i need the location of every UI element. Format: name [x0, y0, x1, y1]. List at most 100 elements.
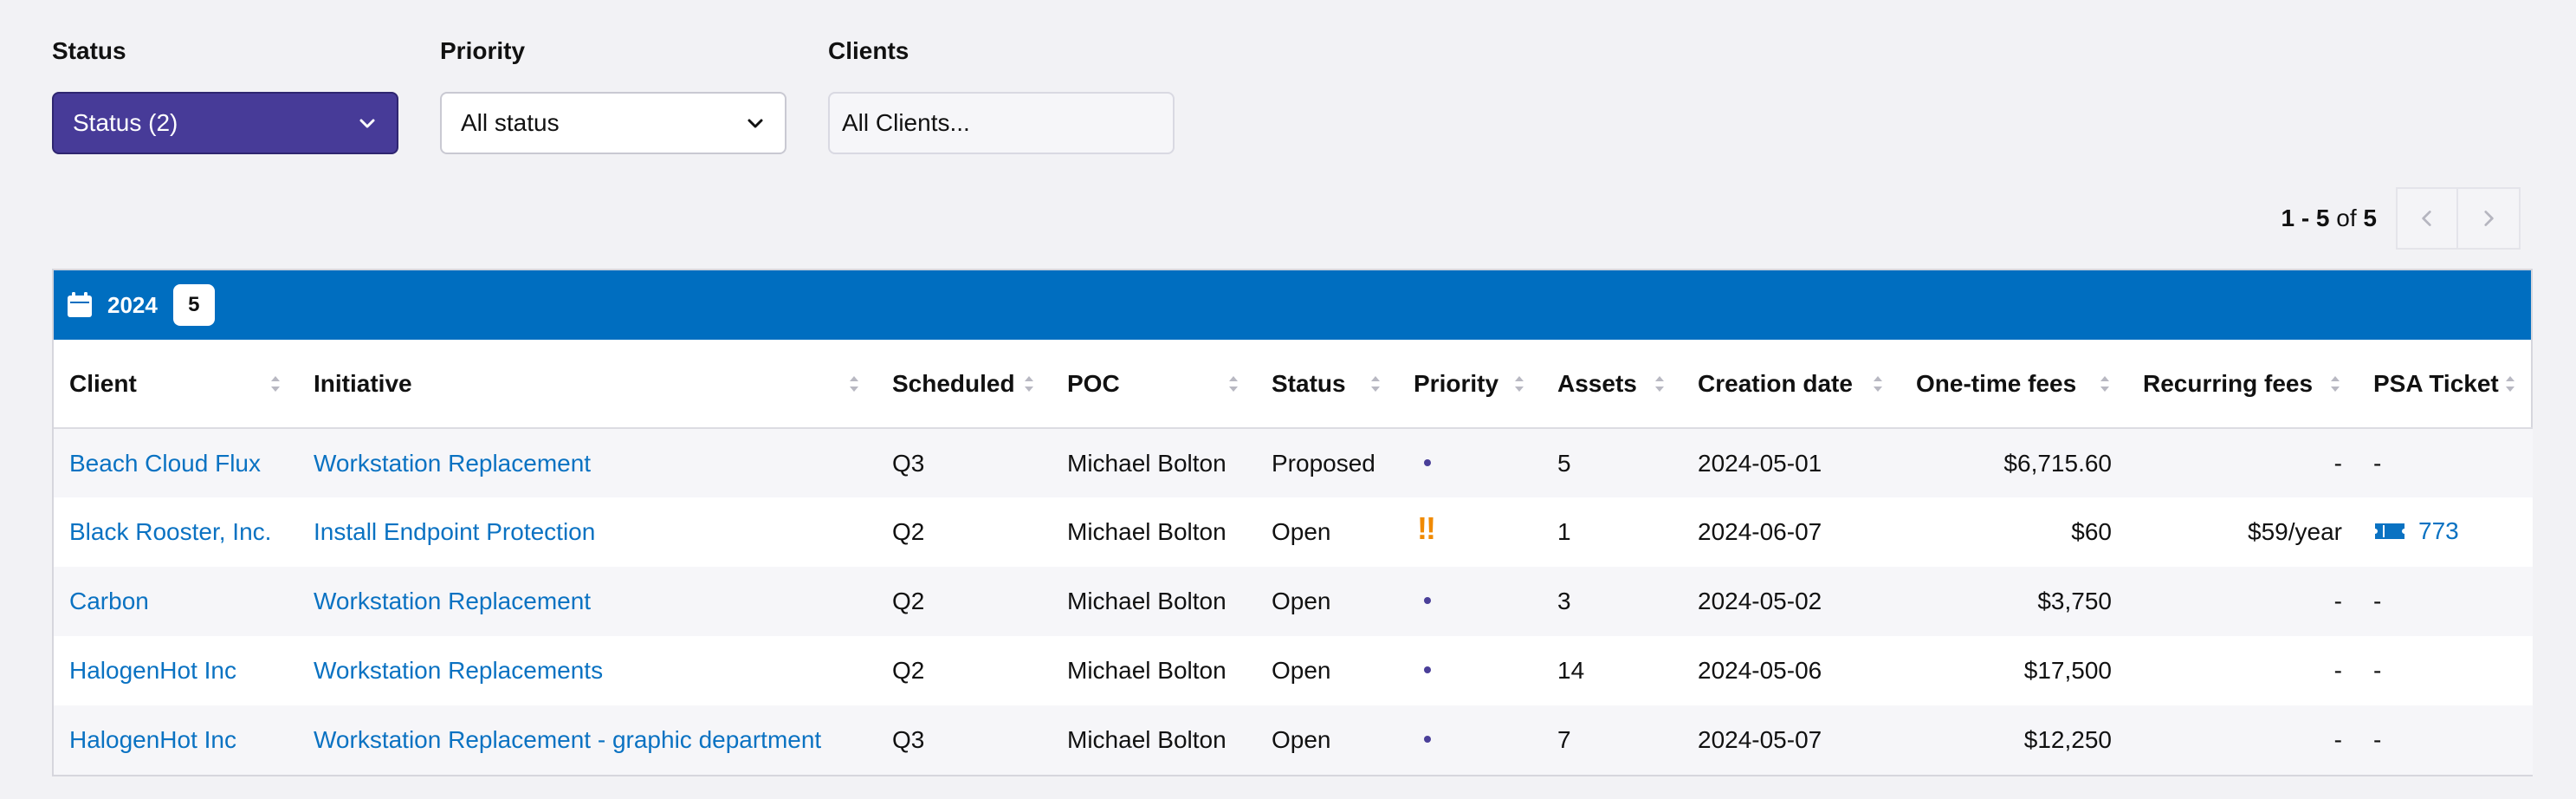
assets-cell: 7	[1542, 705, 1682, 775]
next-page-button[interactable]	[2458, 187, 2521, 250]
initiative-link[interactable]: Workstation Replacement	[314, 450, 591, 477]
col-header-initiative[interactable]: Initiative	[298, 340, 877, 429]
priority-cell	[1398, 636, 1542, 705]
sort-icon	[850, 375, 858, 392]
one-time-fees-cell: $12,250	[1900, 705, 2127, 775]
clients-filter-label: Clients	[828, 37, 909, 64]
group-header-2024[interactable]: 2024 5	[54, 270, 2531, 340]
calendar-icon	[66, 291, 94, 319]
poc-cell: Michael Bolton	[1052, 497, 1256, 567]
initiative-link[interactable]: Workstation Replacement	[314, 588, 591, 614]
table-row[interactable]: Black Rooster, Inc. Install Endpoint Pro…	[54, 497, 2533, 567]
creation-date-cell: 2024-05-01	[1682, 428, 1900, 497]
client-link[interactable]: Beach Cloud Flux	[69, 450, 261, 477]
status-filter-label: Status	[52, 37, 126, 64]
table-header-row: Client Initiative Scheduled POC Status P…	[54, 340, 2533, 429]
priority-cell	[1398, 705, 1542, 775]
assets-cell: 5	[1542, 428, 1682, 497]
scheduled-cell: Q2	[877, 497, 1052, 567]
table-row[interactable]: Beach Cloud Flux Workstation Replacement…	[54, 428, 2533, 497]
initiatives-grid: Client Initiative Scheduled POC Status P…	[54, 340, 2533, 775]
client-link[interactable]: Black Rooster, Inc.	[69, 518, 271, 545]
initiatives-table: 2024 5 Client Initiative Scheduled POC S…	[52, 269, 2533, 776]
creation-date-cell: 2024-05-06	[1682, 636, 1900, 705]
psa-ticket-link[interactable]: 773	[2373, 517, 2459, 545]
status-cell: Open	[1256, 497, 1398, 567]
col-header-priority[interactable]: Priority	[1398, 340, 1542, 429]
recurring-fees-cell: -	[2127, 567, 2358, 636]
recurring-fees-cell: -	[2127, 428, 2358, 497]
col-header-poc[interactable]: POC	[1052, 340, 1256, 429]
sort-icon	[1515, 375, 1524, 392]
assets-cell: 1	[1542, 497, 1682, 567]
sort-icon	[1874, 375, 1882, 392]
col-header-assets[interactable]: Assets	[1542, 340, 1682, 429]
col-header-creation-date[interactable]: Creation date	[1682, 340, 1900, 429]
col-header-psa-ticket[interactable]: PSA Ticket	[2358, 340, 2533, 429]
recurring-fees-cell: -	[2127, 705, 2358, 775]
client-link[interactable]: Carbon	[69, 588, 149, 614]
priority-filter-label: Priority	[440, 37, 526, 64]
psa-ticket-cell: -	[2358, 636, 2533, 705]
col-header-one-time-fees[interactable]: One-time fees	[1900, 340, 2127, 429]
status-dropdown-value: Status (2)	[73, 109, 178, 136]
sort-icon	[2100, 375, 2109, 392]
one-time-fees-cell: $6,715.60	[1900, 428, 2127, 497]
one-time-fees-cell: $60	[1900, 497, 2127, 567]
priority-dropdown-value: All status	[461, 109, 560, 136]
creation-date-cell: 2024-05-07	[1682, 705, 1900, 775]
initiative-link[interactable]: Install Endpoint Protection	[314, 518, 595, 545]
one-time-fees-cell: $17,500	[1900, 636, 2127, 705]
poc-cell: Michael Bolton	[1052, 636, 1256, 705]
scheduled-cell: Q3	[877, 428, 1052, 497]
scheduled-cell: Q2	[877, 567, 1052, 636]
poc-cell: Michael Bolton	[1052, 567, 1256, 636]
clients-input[interactable]: All Clients...	[828, 92, 1175, 154]
group-year: 2024	[107, 291, 158, 318]
sort-icon	[1371, 375, 1380, 392]
col-header-client[interactable]: Client	[54, 340, 298, 429]
poc-cell: Michael Bolton	[1052, 428, 1256, 497]
chevron-down-icon	[745, 113, 766, 133]
sort-icon	[2331, 375, 2340, 392]
priority-cell	[1398, 428, 1542, 497]
one-time-fees-cell: $3,750	[1900, 567, 2127, 636]
table-row[interactable]: Carbon Workstation Replacement Q2 Michae…	[54, 567, 2533, 636]
chevron-left-icon	[2422, 211, 2431, 226]
sort-icon	[271, 375, 280, 392]
client-link[interactable]: HalogenHot Inc	[69, 726, 236, 753]
priority-dropdown[interactable]: All status	[440, 92, 786, 154]
poc-cell: Michael Bolton	[1052, 705, 1256, 775]
status-dropdown[interactable]: Status (2)	[52, 92, 398, 154]
psa-ticket-cell: -	[2358, 705, 2533, 775]
clients-filter: Clients All Clients...	[828, 36, 1175, 154]
col-header-status[interactable]: Status	[1256, 340, 1398, 429]
table-row[interactable]: HalogenHot Inc Workstation Replacement -…	[54, 705, 2533, 775]
creation-date-cell: 2024-06-07	[1682, 497, 1900, 567]
psa-ticket-cell: 773	[2358, 497, 2533, 567]
initiative-link[interactable]: Workstation Replacement - graphic depart…	[314, 726, 821, 753]
prev-page-button[interactable]	[2396, 187, 2458, 250]
clients-input-placeholder: All Clients...	[842, 109, 970, 136]
psa-ticket-cell: -	[2358, 428, 2533, 497]
priority-filter: Priority All status	[440, 36, 786, 154]
initiative-link[interactable]: Workstation Replacements	[314, 657, 603, 684]
status-cell: Open	[1256, 705, 1398, 775]
psa-ticket-cell: -	[2358, 567, 2533, 636]
recurring-fees-cell: -	[2127, 636, 2358, 705]
recurring-fees-cell: $59/year	[2127, 497, 2358, 567]
priority-high-icon: !!	[1417, 510, 1436, 546]
client-link[interactable]: HalogenHot Inc	[69, 657, 236, 684]
col-header-recurring-fees[interactable]: Recurring fees	[2127, 340, 2358, 429]
chevron-down-icon	[357, 113, 378, 133]
chevron-right-icon	[2484, 211, 2494, 226]
col-header-scheduled[interactable]: Scheduled	[877, 340, 1052, 429]
psa-ticket-number: 773	[2418, 516, 2459, 544]
priority-cell: !!	[1398, 497, 1542, 567]
priority-cell	[1398, 567, 1542, 636]
table-row[interactable]: HalogenHot Inc Workstation Replacements …	[54, 636, 2533, 705]
sort-icon	[1229, 375, 1238, 392]
creation-date-cell: 2024-05-02	[1682, 567, 1900, 636]
sort-icon	[2506, 375, 2515, 392]
pagination-range: 1 - 5 of 5	[2281, 205, 2377, 231]
